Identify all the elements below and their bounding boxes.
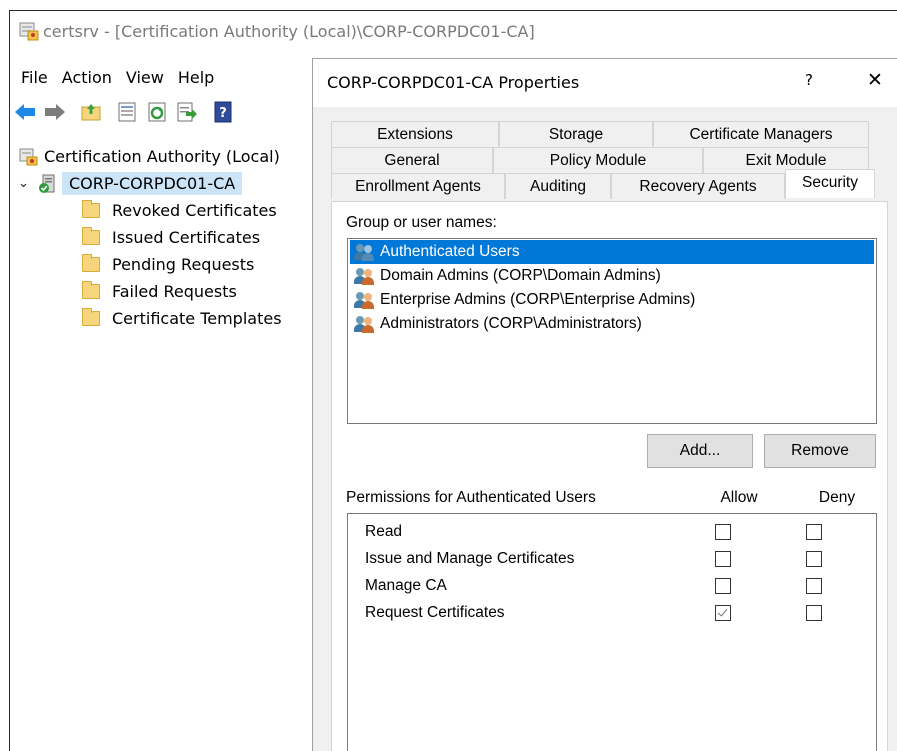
permissions-list: Read Issue and Manage Certificates Manag… [347, 513, 877, 751]
permission-row-issue-manage: Issue and Manage Certificates [348, 545, 876, 572]
permission-row-manage-ca: Manage CA [348, 572, 876, 599]
svg-text:?: ? [219, 106, 227, 121]
folder-icon [82, 308, 100, 326]
tree-root[interactable]: Certification Authority (Local) [10, 143, 310, 170]
tab-storage[interactable]: Storage [499, 121, 653, 147]
menu-bar: File Action View Help [10, 65, 221, 91]
permission-name: Read [365, 523, 403, 540]
ca-server-icon [38, 174, 58, 194]
folder-icon [82, 254, 100, 272]
users-group-icon [354, 243, 378, 261]
list-item-administrators[interactable]: Administrators (CORP\Administrators) [350, 312, 874, 336]
back-arrow-icon[interactable] [14, 101, 36, 123]
tree-folder-failed[interactable]: Failed Requests [10, 278, 310, 305]
forward-arrow-icon[interactable] [44, 101, 66, 123]
properties-icon[interactable] [116, 101, 138, 123]
user-name: Administrators (CORP\Administrators) [380, 315, 642, 332]
allow-checkbox[interactable] [715, 578, 731, 594]
properties-dialog: CORP-CORPDC01-CA Properties ? ✕ Extensio… [312, 58, 897, 751]
tab-auditing[interactable]: Auditing [505, 173, 611, 199]
tree-folder-label: Revoked Certificates [112, 201, 277, 220]
permission-name: Issue and Manage Certificates [365, 550, 575, 567]
list-item-enterprise-admins[interactable]: Enterprise Admins (CORP\Enterprise Admin… [350, 288, 874, 312]
console-tree: Certification Authority (Local) ⌄ CORP-C… [10, 143, 310, 332]
list-item-domain-admins[interactable]: Domain Admins (CORP\Domain Admins) [350, 264, 874, 288]
up-folder-icon[interactable] [80, 101, 102, 123]
list-item-authenticated-users[interactable]: Authenticated Users [350, 240, 874, 264]
user-name: Domain Admins (CORP\Domain Admins) [380, 267, 661, 284]
allow-checkbox[interactable] [715, 551, 731, 567]
permissions-label: Permissions for Authenticated Users [346, 489, 596, 506]
dialog-title-bar: CORP-CORPDC01-CA Properties ? ✕ [313, 59, 897, 107]
tree-root-label: Certification Authority (Local) [44, 147, 280, 166]
close-button[interactable]: ✕ [865, 69, 885, 91]
security-panel: Group or user names: Authenticated Users… [331, 201, 888, 751]
users-group-icon [354, 267, 378, 285]
users-group-icon [354, 315, 378, 333]
menu-action[interactable]: Action [55, 65, 119, 91]
tree-folder-pending[interactable]: Pending Requests [10, 251, 310, 278]
export-list-icon[interactable] [176, 101, 198, 123]
window-title: certsrv - [Certification Authority (Loca… [43, 21, 535, 41]
tab-certificate-managers[interactable]: Certificate Managers [653, 121, 869, 147]
group-names-label: Group or user names: [346, 214, 497, 231]
tree-folder-templates[interactable]: Certificate Templates [10, 305, 310, 332]
user-name: Enterprise Admins (CORP\Enterprise Admin… [380, 291, 696, 308]
tab-security[interactable]: Security [785, 169, 875, 198]
deny-column-header: Deny [818, 489, 856, 506]
tree-folder-label: Issued Certificates [112, 228, 261, 247]
users-group-icon [354, 291, 378, 309]
folder-icon [82, 200, 100, 218]
tree-folder-revoked[interactable]: Revoked Certificates [10, 197, 310, 224]
user-name: Authenticated Users [380, 243, 520, 260]
tree-ca-label: CORP-CORPDC01-CA [62, 172, 243, 195]
tab-enrollment-agents[interactable]: Enrollment Agents [331, 173, 505, 199]
refresh-icon[interactable] [146, 101, 168, 123]
allow-column-header: Allow [720, 489, 758, 506]
deny-checkbox[interactable] [806, 578, 822, 594]
tab-general[interactable]: General [331, 147, 493, 173]
tab-recovery-agents[interactable]: Recovery Agents [611, 173, 785, 199]
tree-folder-label: Failed Requests [112, 282, 237, 301]
dialog-title: CORP-CORPDC01-CA Properties [327, 73, 580, 92]
allow-checkbox[interactable] [715, 524, 731, 540]
menu-file[interactable]: File [10, 65, 55, 91]
deny-checkbox[interactable] [806, 524, 822, 540]
user-listbox[interactable]: Authenticated Users Domain Admins (CORP\… [347, 238, 877, 424]
tab-extensions[interactable]: Extensions [331, 121, 499, 147]
menu-view[interactable]: View [119, 65, 171, 91]
tree-folder-issued[interactable]: Issued Certificates [10, 224, 310, 251]
remove-button[interactable]: Remove [764, 434, 876, 468]
tree-folder-label: Pending Requests [112, 255, 255, 274]
chevron-down-icon[interactable]: ⌄ [18, 176, 32, 191]
menu-help[interactable]: Help [171, 65, 221, 91]
help-icon[interactable]: ? [212, 101, 234, 123]
tab-policy-module[interactable]: Policy Module [493, 147, 703, 173]
tree-ca-node[interactable]: ⌄ CORP-CORPDC01-CA [10, 170, 310, 197]
folder-icon [82, 227, 100, 245]
help-button[interactable]: ? [801, 71, 817, 89]
window-title-bar: certsrv - [Certification Authority (Loca… [10, 11, 897, 51]
add-button[interactable]: Add... [647, 434, 753, 468]
allow-checkbox[interactable] [715, 605, 731, 621]
toolbar: ? [10, 97, 330, 127]
folder-icon [82, 281, 100, 299]
deny-checkbox[interactable] [806, 551, 822, 567]
permission-row-read: Read [348, 518, 876, 545]
permission-name: Manage CA [365, 577, 447, 594]
permission-name: Request Certificates [365, 604, 505, 621]
ca-root-icon [19, 148, 39, 166]
permission-row-request-certificates: Request Certificates [348, 599, 876, 626]
certsrv-app-icon [18, 21, 40, 41]
tree-folder-label: Certificate Templates [112, 309, 282, 328]
deny-checkbox[interactable] [806, 605, 822, 621]
